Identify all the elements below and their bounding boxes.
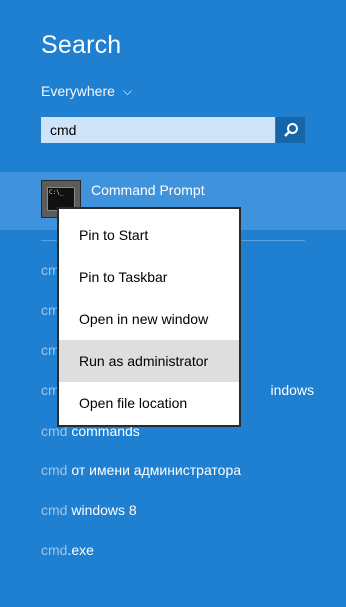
search-input[interactable]: cmd [41,117,275,143]
suggestion-rest: от имени администратора [67,462,242,478]
context-menu: Pin to Start Pin to Taskbar Open in new … [57,207,241,427]
chevron-down-icon: ⌵ [122,84,133,98]
search-input-value: cmd [50,122,77,138]
search-button[interactable] [276,117,305,143]
menu-item-run-as-administrator[interactable]: Run as administrator [59,340,239,382]
menu-item-open-file-location[interactable]: Open file location [59,382,239,424]
suggestion-rest: windows 8 [67,502,137,518]
suggestion-rest: .exe [67,542,94,558]
menu-item-pin-to-start[interactable]: Pin to Start [59,214,239,256]
menu-item-pin-to-taskbar[interactable]: Pin to Taskbar [59,256,239,298]
suggestion-query: cmd [41,462,68,478]
search-icon [283,123,298,137]
search-title: Search [41,31,122,59]
suggestion-query: cmd [41,542,68,558]
scope-dropdown[interactable]: Everywhere ⌵ [41,83,132,99]
suggestion-item[interactable]: cmd от имени администратора [41,462,241,478]
menu-item-open-in-new-window[interactable]: Open in new window [59,298,239,340]
suggestion-query: cmd [41,502,68,518]
suggestion-item[interactable]: cmd.exe [41,542,94,558]
suggestion-rest: indows [270,382,315,398]
scope-label: Everywhere [41,83,115,99]
result-title: Command Prompt [91,182,205,198]
suggestion-item[interactable]: cmd windows 8 [41,502,137,518]
